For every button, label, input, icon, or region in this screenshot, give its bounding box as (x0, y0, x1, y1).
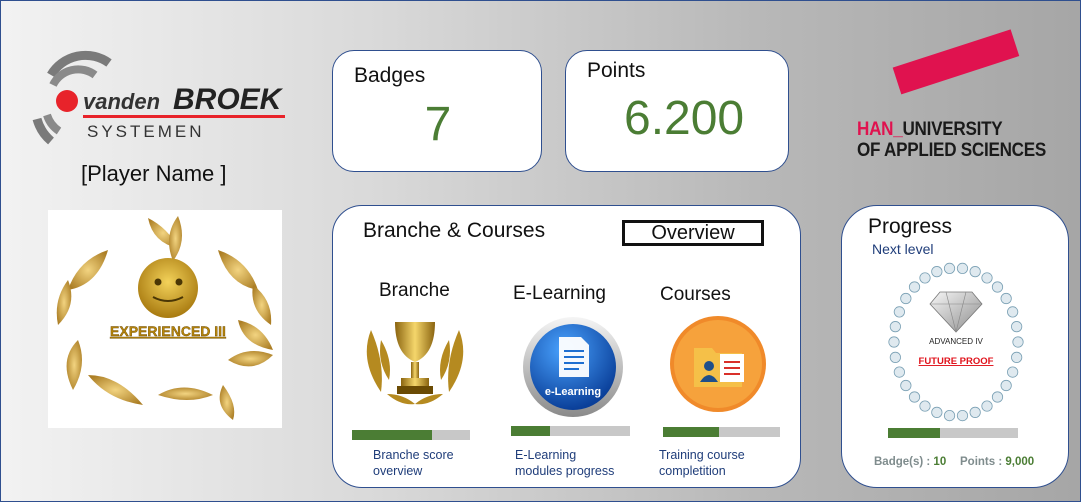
next-level-badge-svg: ADVANCED IV FUTURE PROOF (888, 262, 1024, 422)
ring-gem (943, 409, 956, 422)
badges-label: Badges (354, 64, 426, 87)
course-folder-icon[interactable] (668, 314, 768, 414)
branche-progress-fill (352, 430, 433, 440)
ring-gem (991, 391, 1004, 403)
trophy-icon[interactable] (357, 310, 473, 410)
elearning-caption-line1: E-Learning (515, 448, 577, 462)
han-logo-bar (892, 29, 1020, 95)
next-level-badge: ADVANCED IV FUTURE PROOF (886, 262, 1026, 422)
player-name: [Player Name ] (81, 161, 227, 186)
ring-gem (1007, 366, 1019, 378)
ring-gem (1012, 336, 1024, 348)
player-rank-badge: EXPERIENCED III (48, 210, 282, 428)
han-logo-line1: UNIVERSITY (902, 119, 1003, 140)
ring-gem (900, 292, 912, 305)
next-level-badges-stat: Badge(s) : 10 (874, 456, 946, 468)
branche-caption-line2: overview (373, 464, 423, 478)
ring-gem (919, 400, 931, 412)
dashboard-frame: vanden BROEK SYSTEMEN [Player Name ] EXP… (0, 0, 1081, 502)
ring-gem (908, 281, 921, 293)
branche-caption-line1: Branche score (373, 448, 454, 462)
ring-gem (956, 409, 969, 422)
ring-gem (969, 266, 981, 278)
ring-gem (1000, 292, 1012, 305)
next-level-label: Next level (872, 241, 934, 257)
overview-button[interactable]: Overview (622, 220, 764, 246)
elearning-progress-fill (511, 426, 551, 436)
courses-label: Courses (660, 284, 731, 305)
elearning-caption: E-Learning modules progress (515, 447, 614, 479)
points-card: Points 6.200 (565, 50, 789, 172)
ring-gem (991, 281, 1004, 293)
ring-gem (919, 272, 931, 284)
next-level-points-value: 9,000 (1005, 456, 1035, 468)
ring-gem (1011, 321, 1023, 333)
brand-prefix: vanden (83, 89, 160, 114)
han-logo-accent: HAN_ (857, 119, 903, 140)
progress-title: Progress (868, 215, 953, 238)
points-label: Points (587, 59, 646, 82)
ring-gem (888, 336, 900, 348)
elearning-icon[interactable]: e-Learning (521, 315, 625, 419)
badges-value: 7 (424, 98, 452, 151)
ring-gem (956, 262, 969, 275)
han-logo-line2: OF APPLIED SCIENCES (857, 140, 1047, 161)
ring-gem (908, 391, 921, 403)
branche-progress-bar (352, 430, 470, 440)
ring-gem (889, 351, 901, 363)
ring-gem (900, 379, 912, 392)
branche-label: Branche (379, 280, 450, 301)
next-level-badges-label: Badge(s) : (874, 456, 934, 468)
university-logo: HAN_UNIVERSITY OF APPLIED SCIENCES (857, 119, 1046, 161)
next-level-points-stat: Points : 9,000 (960, 456, 1034, 468)
branche-caption: Branche score overview (373, 447, 454, 479)
ring-gem (1000, 379, 1012, 392)
ring-gem (1011, 351, 1023, 363)
branche-courses-title: Branche & Courses (363, 219, 546, 242)
branche-courses-card: Branche & Courses Overview Branche Branc… (332, 205, 801, 488)
ring-gem (981, 400, 993, 412)
ring-gem (943, 262, 956, 275)
progress-card: Progress Next level ADVANCED IV FUTURE P… (841, 205, 1069, 488)
company-logo: vanden BROEK SYSTEMEN (21, 49, 291, 149)
courses-caption-line2: completition (659, 464, 726, 478)
next-level-badges-value: 10 (933, 456, 947, 468)
next-level-progress-bar (888, 428, 1018, 438)
next-level-name: ADVANCED IV (929, 337, 983, 346)
courses-caption-line1: Training course (659, 448, 745, 462)
points-value: 6.200 (624, 92, 745, 145)
player-rank-label: EXPERIENCED III (110, 323, 226, 339)
elearning-icon-text: e-Learning (545, 386, 601, 398)
badges-card: Badges 7 (332, 50, 542, 172)
ring-gem (893, 306, 905, 318)
courses-caption: Training course completition (659, 447, 745, 479)
ring-gem (1007, 306, 1019, 318)
elearning-label: E-Learning (513, 283, 606, 304)
ring-gem (893, 366, 905, 378)
courses-progress-fill (663, 427, 720, 437)
ring-gem (981, 272, 993, 284)
next-level-points-label: Points : (960, 456, 1006, 468)
elearning-progress-bar (511, 426, 630, 436)
ring-gem (969, 406, 981, 418)
ring-gem (889, 321, 901, 333)
next-level-motto: FUTURE PROOF (919, 356, 994, 367)
brand-sub: SYSTEMEN (87, 122, 205, 141)
ring-gem (931, 406, 943, 418)
next-level-progress-fill (888, 428, 940, 438)
brand-main: BROEK (173, 83, 284, 116)
courses-progress-bar (663, 427, 780, 437)
elearning-caption-line2: modules progress (515, 464, 615, 478)
ring-gem (931, 266, 943, 278)
